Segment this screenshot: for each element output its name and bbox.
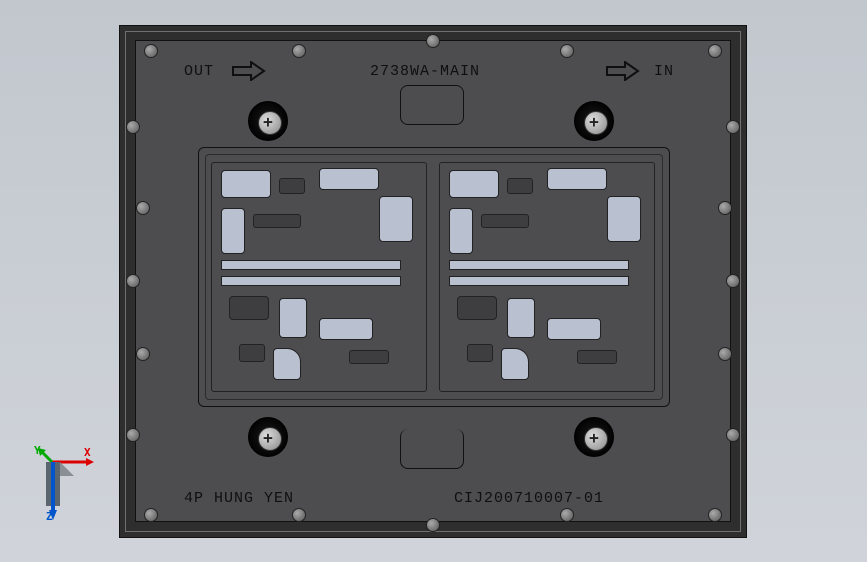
label-4p: 4P HUNG YEN [184,490,294,507]
frame-screw [708,44,722,58]
circuit-trace [449,276,629,286]
frame-screw [144,44,158,58]
circuit-pad [221,170,271,198]
phillips-screw-icon [574,417,614,457]
frame-screw [560,44,574,58]
circuit-pad [507,298,535,338]
frame-screw [426,34,440,48]
label-out: OUT [184,63,214,80]
circuit-pad [607,196,641,242]
axis-y-label: Y [34,444,41,457]
frame-screw [292,508,306,522]
frame-screw [126,120,140,134]
circuit-pad [457,296,497,320]
circuit-pad [349,350,389,364]
frame-screw [726,428,740,442]
circuit-pad [221,208,245,254]
phillips-screw-icon [248,417,288,457]
phillips-screw-icon [574,101,614,141]
circuit-pad [253,214,301,228]
frame-screw [126,274,140,288]
circuit-pad [507,178,533,194]
circuit-pad [577,350,617,364]
mount-hole [136,347,150,361]
frame-screw [426,518,440,532]
circuit-pad [449,208,473,254]
axis-gizmo[interactable]: X Y Z [38,448,108,528]
circuit-pad [449,170,499,198]
frame-screw [560,508,574,522]
circuit-pad [379,196,413,242]
frame-screw [726,120,740,134]
bottom-tab-cutout [400,429,464,469]
top-tab-cutout [400,85,464,125]
label-part: CIJ200710007-01 [454,490,604,507]
circuit-pad [239,344,265,362]
arrow-right-icon [606,61,640,81]
cad-viewport[interactable]: OUT 2738WA-MAIN IN 4P HUNG YEN CIJ200710… [0,0,867,562]
circuit-pad [547,318,601,340]
mount-hole [136,201,150,215]
axis-x-label: X [84,446,91,459]
circuit-trace [221,276,401,286]
frame-screw [292,44,306,58]
circuit-pad [273,348,301,380]
circuit-pad [319,318,373,340]
circuit-pad [319,168,379,190]
circuit-pad [229,296,269,320]
arrow-right-icon [232,61,266,81]
circuit-pad [467,344,493,362]
circuit-trace [449,260,629,270]
mount-hole [718,201,732,215]
phillips-screw-icon [248,101,288,141]
etched-panel [198,147,670,407]
mount-hole [718,347,732,361]
frame-screw [144,508,158,522]
axis-z-label: Z [46,510,53,523]
circuit-pad [501,348,529,380]
frame-screw [726,274,740,288]
circuit-pad [547,168,607,190]
label-in: IN [654,63,674,80]
circuit-pad [279,298,307,338]
circuit-trace [221,260,401,270]
circuit-pad [279,178,305,194]
frame-screw [708,508,722,522]
label-main: 2738WA-MAIN [370,63,480,80]
main-board: OUT 2738WA-MAIN IN 4P HUNG YEN CIJ200710… [135,40,731,522]
circuit-pad [481,214,529,228]
frame-screw [126,428,140,442]
